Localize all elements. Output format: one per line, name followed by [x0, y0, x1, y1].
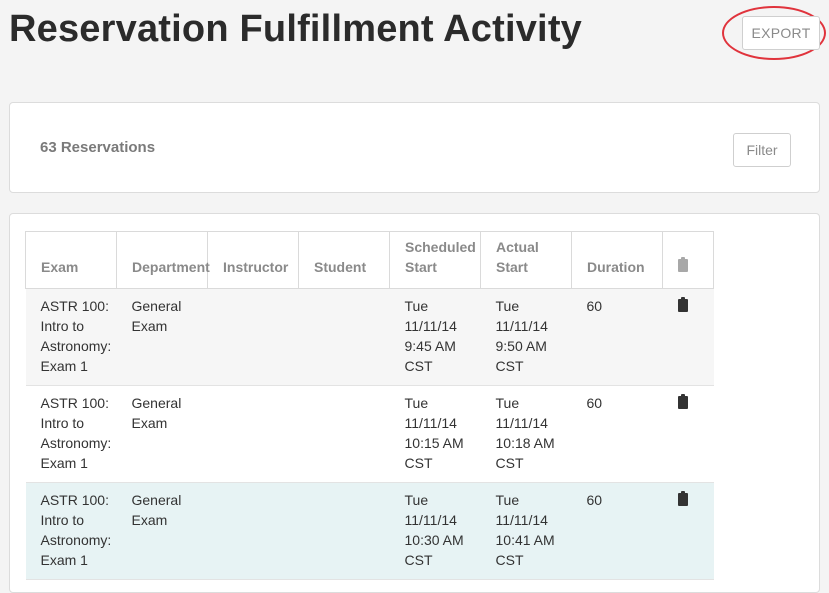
cell-student	[298, 482, 390, 580]
reservations-table: Exam Department Instructor Student Sched…	[25, 231, 714, 580]
export-highlight: EXPORT	[722, 6, 828, 62]
cell-duration: 60	[571, 288, 663, 386]
clipboard-icon[interactable]	[677, 394, 688, 409]
page-title: Reservation Fulfillment Activity	[9, 8, 583, 50]
cell-notes	[662, 482, 714, 580]
cell-duration: 60	[571, 385, 663, 483]
cell-student	[298, 385, 390, 483]
cell-department: General Exam	[116, 482, 208, 580]
clipboard-icon[interactable]	[677, 297, 688, 312]
cell-department: General Exam	[116, 288, 208, 386]
cell-exam: ASTR 100: Intro to Astronomy: Exam 1	[25, 482, 117, 580]
column-header-scheduled-start[interactable]: Scheduled Start	[389, 231, 481, 289]
cell-exam: ASTR 100: Intro to Astronomy: Exam 1	[25, 385, 117, 483]
cell-department: General Exam	[116, 385, 208, 483]
reservation-count: 63 Reservations	[40, 139, 156, 156]
clipboard-icon[interactable]	[677, 491, 688, 506]
column-header-duration[interactable]: Duration	[571, 231, 663, 289]
column-header-instructor[interactable]: Instructor	[207, 231, 299, 289]
cell-notes	[662, 385, 714, 483]
table-header-row: Exam Department Instructor Student Sched…	[25, 231, 714, 289]
cell-scheduled-start: Tue 11/11/14 9:45 AM CST	[389, 288, 481, 386]
clipboard-icon	[678, 257, 688, 272]
cell-duration: 60	[571, 482, 663, 580]
column-header-exam[interactable]: Exam	[25, 231, 117, 289]
cell-scheduled-start: Tue 11/11/14 10:30 AM CST	[389, 482, 481, 580]
cell-instructor	[207, 288, 299, 386]
cell-student	[298, 288, 390, 386]
cell-actual-start: Tue 11/11/14 10:18 AM CST	[480, 385, 572, 483]
table-row[interactable]: ASTR 100: Intro to Astronomy: Exam 1 Gen…	[25, 288, 714, 386]
table-card: Exam Department Instructor Student Sched…	[9, 213, 820, 593]
cell-instructor	[207, 385, 299, 483]
cell-actual-start: Tue 11/11/14 10:41 AM CST	[480, 482, 572, 580]
cell-exam: ASTR 100: Intro to Astronomy: Exam 1	[25, 288, 117, 386]
cell-instructor	[207, 482, 299, 580]
column-header-student[interactable]: Student	[298, 231, 390, 289]
table-row[interactable]: ASTR 100: Intro to Astronomy: Exam 1 Gen…	[25, 385, 714, 483]
cell-scheduled-start: Tue 11/11/14 10:15 AM CST	[389, 385, 481, 483]
cell-notes	[662, 288, 714, 386]
export-button[interactable]: EXPORT	[742, 16, 820, 50]
summary-card: 63 Reservations Filter	[9, 102, 820, 193]
table-row[interactable]: ASTR 100: Intro to Astronomy: Exam 1 Gen…	[25, 482, 714, 580]
column-header-actual-start[interactable]: Actual Start	[480, 231, 572, 289]
cell-actual-start: Tue 11/11/14 9:50 AM CST	[480, 288, 572, 386]
column-header-department[interactable]: Department	[116, 231, 210, 289]
column-header-notes[interactable]	[662, 231, 714, 289]
filter-button[interactable]: Filter	[733, 133, 791, 167]
